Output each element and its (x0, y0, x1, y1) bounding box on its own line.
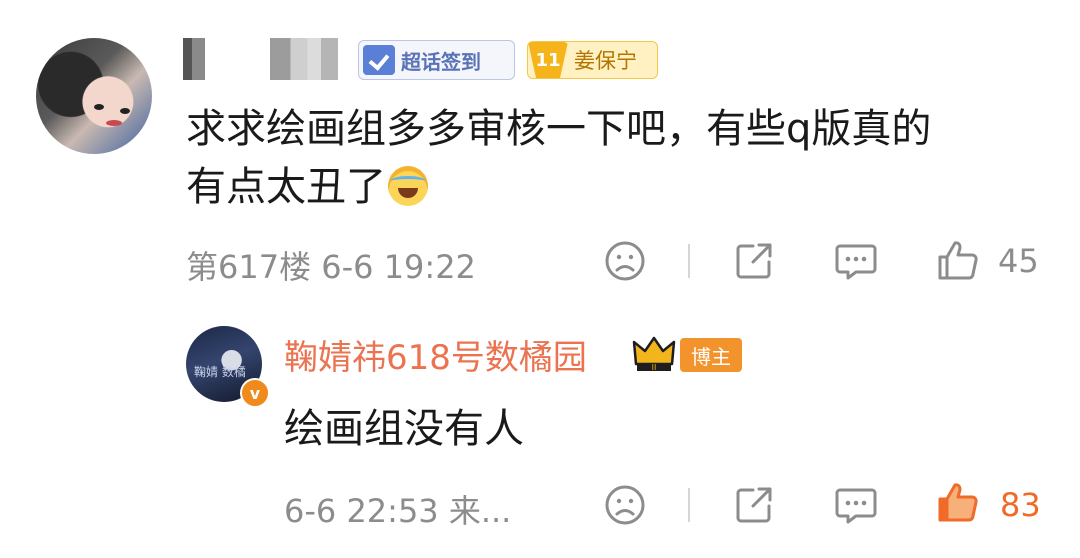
verified-badge-icon: v (240, 378, 270, 408)
avatar-eye (120, 108, 130, 114)
dislike-face-icon[interactable] (604, 484, 646, 526)
checkin-icon (363, 45, 395, 75)
comment-floor-time: 第617楼 6-6 19:22 (186, 248, 476, 286)
crown-level-icon: II (632, 336, 676, 372)
commenter-name-redacted[interactable] (183, 38, 205, 80)
fan-level-number: 11 (528, 42, 568, 78)
avatar-lip (106, 120, 122, 126)
share-icon[interactable] (733, 484, 775, 526)
commenter-avatar[interactable] (36, 38, 152, 154)
comment-like-count: 45 (998, 242, 1039, 280)
comment-text: 求求绘画组多多审核一下吧，有些q版真的 有点太丑了 (186, 100, 1046, 216)
reply-comment-icon[interactable] (834, 240, 878, 282)
reply-comment-icon[interactable] (834, 484, 878, 526)
blogger-role-badge: 博主 (680, 338, 742, 372)
avatar-caption: 鞠婧 数橘 (194, 365, 246, 379)
comment-text-line: 求求绘画组多多审核一下吧，有些q版真的 (186, 106, 932, 152)
reply-time: 6-6 22:53 来... (284, 492, 512, 530)
dislike-face-icon[interactable] (604, 240, 646, 282)
action-divider (688, 244, 690, 278)
laughing-crying-emoji-icon (388, 166, 428, 206)
fan-group-name: 姜保宁 (574, 49, 637, 73)
supertopic-badge-label: 超话签到 (401, 49, 481, 74)
commenter-name-redacted[interactable] (270, 38, 338, 80)
liked-thumb-icon[interactable] (936, 480, 980, 524)
share-icon[interactable] (733, 240, 775, 282)
crown-level-text: II (652, 363, 657, 372)
reply-text: 绘画组没有人 (284, 406, 524, 452)
fan-level-badge[interactable]: 11 姜保宁 (527, 41, 658, 79)
comment-text-line-content: 有点太丑了 (186, 164, 386, 210)
supertopic-checkin-badge[interactable]: 超话签到 (358, 40, 515, 80)
reply-author-name[interactable]: 鞠婧祎618号数橘园 (284, 330, 587, 379)
comment-text-line-2: 有点太丑了 (186, 158, 1046, 216)
like-thumb-icon[interactable] (936, 238, 980, 282)
avatar-eye (94, 104, 104, 110)
reply-like-count: 83 (1000, 486, 1041, 524)
action-divider (688, 488, 690, 522)
